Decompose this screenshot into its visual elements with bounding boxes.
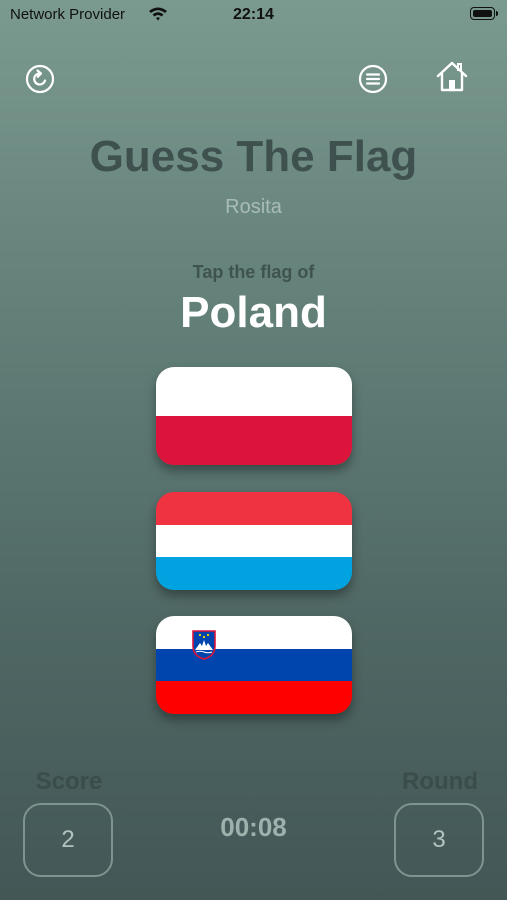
flag-stripe bbox=[156, 416, 352, 465]
flag-button-slovenia[interactable] bbox=[156, 616, 352, 714]
flag-stripe bbox=[156, 492, 352, 525]
slovenia-coat-of-arms-icon bbox=[192, 630, 216, 660]
restart-button[interactable] bbox=[20, 59, 60, 99]
player-name: Rosita bbox=[225, 196, 282, 218]
menu-button[interactable] bbox=[353, 59, 393, 99]
score-label: Score bbox=[35, 768, 103, 795]
flag-stripe bbox=[156, 557, 352, 590]
flag-stripe bbox=[156, 524, 352, 558]
round-value: 3 bbox=[432, 826, 446, 853]
menu-icon bbox=[358, 64, 388, 94]
flag-button-poland[interactable] bbox=[156, 367, 352, 465]
flag-stripe bbox=[156, 648, 352, 682]
app-title: Guess The Flag bbox=[89, 132, 418, 181]
status-bar: Network Provider 22:14 bbox=[0, 0, 507, 32]
battery-icon bbox=[470, 7, 498, 20]
flag-stripe bbox=[156, 681, 352, 714]
home-button[interactable] bbox=[432, 56, 472, 96]
clock: 22:14 bbox=[233, 6, 274, 23]
question-prompt: Tap the flag of bbox=[192, 262, 315, 282]
home-icon bbox=[436, 61, 468, 92]
target-country: Poland bbox=[180, 288, 327, 337]
round-box: 3 bbox=[394, 803, 484, 877]
flag-stripe bbox=[156, 616, 352, 649]
restart-icon bbox=[25, 64, 55, 94]
flag-stripe bbox=[156, 367, 352, 416]
round-label: Round bbox=[402, 768, 478, 795]
flag-button-luxembourg[interactable] bbox=[156, 492, 352, 590]
